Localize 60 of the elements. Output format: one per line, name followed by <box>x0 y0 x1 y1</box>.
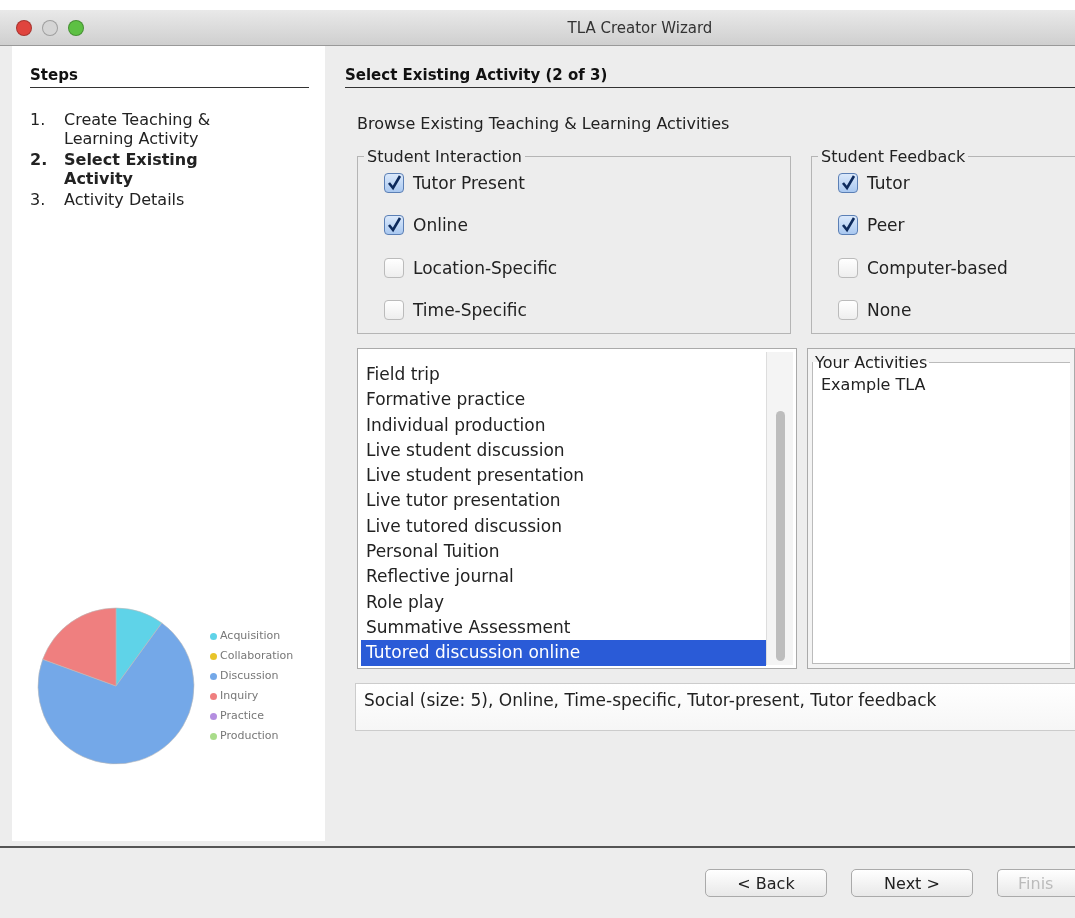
group-title: Your Activities <box>814 353 929 372</box>
step-label: Select Existing Activity <box>64 150 199 188</box>
step-number: 1. <box>30 110 47 131</box>
checkbox[interactable] <box>384 299 404 320</box>
list-item[interactable]: Summative Assessment <box>361 614 766 641</box>
zoom-icon[interactable] <box>68 19 84 36</box>
checkbox[interactable] <box>384 215 404 236</box>
legend-label: Discussion <box>220 668 279 684</box>
list-item[interactable]: Personal Tuition <box>361 539 766 565</box>
checkbox[interactable] <box>838 173 858 194</box>
list-item[interactable]: Live tutor presentation <box>361 488 766 514</box>
legend-label: Inquiry <box>220 688 259 704</box>
checkbox-label: Computer-based <box>867 257 1008 278</box>
list-item[interactable]: Tutored discussion online <box>361 640 766 666</box>
minimize-icon[interactable] <box>42 19 58 36</box>
list-item[interactable]: Live tutored discussion <box>361 513 766 540</box>
steps-heading: Steps <box>30 66 309 88</box>
legend-label: Production <box>220 728 279 744</box>
checkbox[interactable] <box>384 173 404 194</box>
close-icon[interactable] <box>16 19 32 36</box>
list-item[interactable]: Role play <box>361 589 766 615</box>
group-title: Student Feedback <box>820 147 967 166</box>
checkmark-icon <box>840 217 856 234</box>
description-field: Social (size: 5), Online, Time-specific, Tutor-present, Tutor feedback <box>355 683 1075 731</box>
checkbox-label: Tutor <box>867 173 910 194</box>
list-item[interactable]: Individual production <box>361 412 766 438</box>
list-item[interactable]: Live student presentation <box>361 463 766 489</box>
step-label: Create Teaching & Learning Activity <box>64 110 212 148</box>
list-item[interactable]: Field trip <box>361 362 766 388</box>
checkbox[interactable] <box>384 257 404 278</box>
list-item[interactable]: Reflective journal <box>361 564 766 590</box>
page-heading: Select Existing Activity (2 of 3) <box>345 66 1075 88</box>
checkmark-icon <box>386 217 402 234</box>
list-item[interactable]: Example TLA <box>821 374 1062 396</box>
intro-text: Browse Existing Teaching & Learning Activities <box>357 114 731 133</box>
checkbox-label: None <box>867 299 912 320</box>
checkmark-icon <box>840 175 856 192</box>
checkbox-label: Peer <box>867 215 905 236</box>
checkbox[interactable] <box>838 299 858 320</box>
checkbox[interactable] <box>838 215 858 236</box>
wizard-button[interactable]: Next > <box>851 869 973 897</box>
step-number: 3. <box>30 190 47 209</box>
step-number: 2. <box>30 150 49 171</box>
list-item[interactable]: Formative practice <box>361 387 766 413</box>
checkbox-label: Time-Specific <box>413 299 527 320</box>
checkbox-label: Location-Specific <box>413 257 558 278</box>
window-title: TLA Creator Wizard <box>566 18 714 37</box>
checkbox-label: Online <box>413 215 468 236</box>
wizard-button[interactable]: < Back <box>705 869 827 897</box>
scrollbar[interactable] <box>766 352 793 665</box>
checkbox[interactable] <box>838 257 858 278</box>
group-title: Student Interaction <box>366 147 523 166</box>
checkbox-label: Tutor Present <box>413 173 525 194</box>
list-item[interactable]: Live student discussion <box>361 437 766 464</box>
scroll-thumb[interactable] <box>775 411 785 661</box>
step-label: Activity Details <box>64 190 186 209</box>
checkmark-icon <box>386 175 402 192</box>
legend-label: Collaboration <box>220 648 294 664</box>
legend-label: Acquisition <box>220 628 281 644</box>
legend-label: Practice <box>220 708 264 724</box>
